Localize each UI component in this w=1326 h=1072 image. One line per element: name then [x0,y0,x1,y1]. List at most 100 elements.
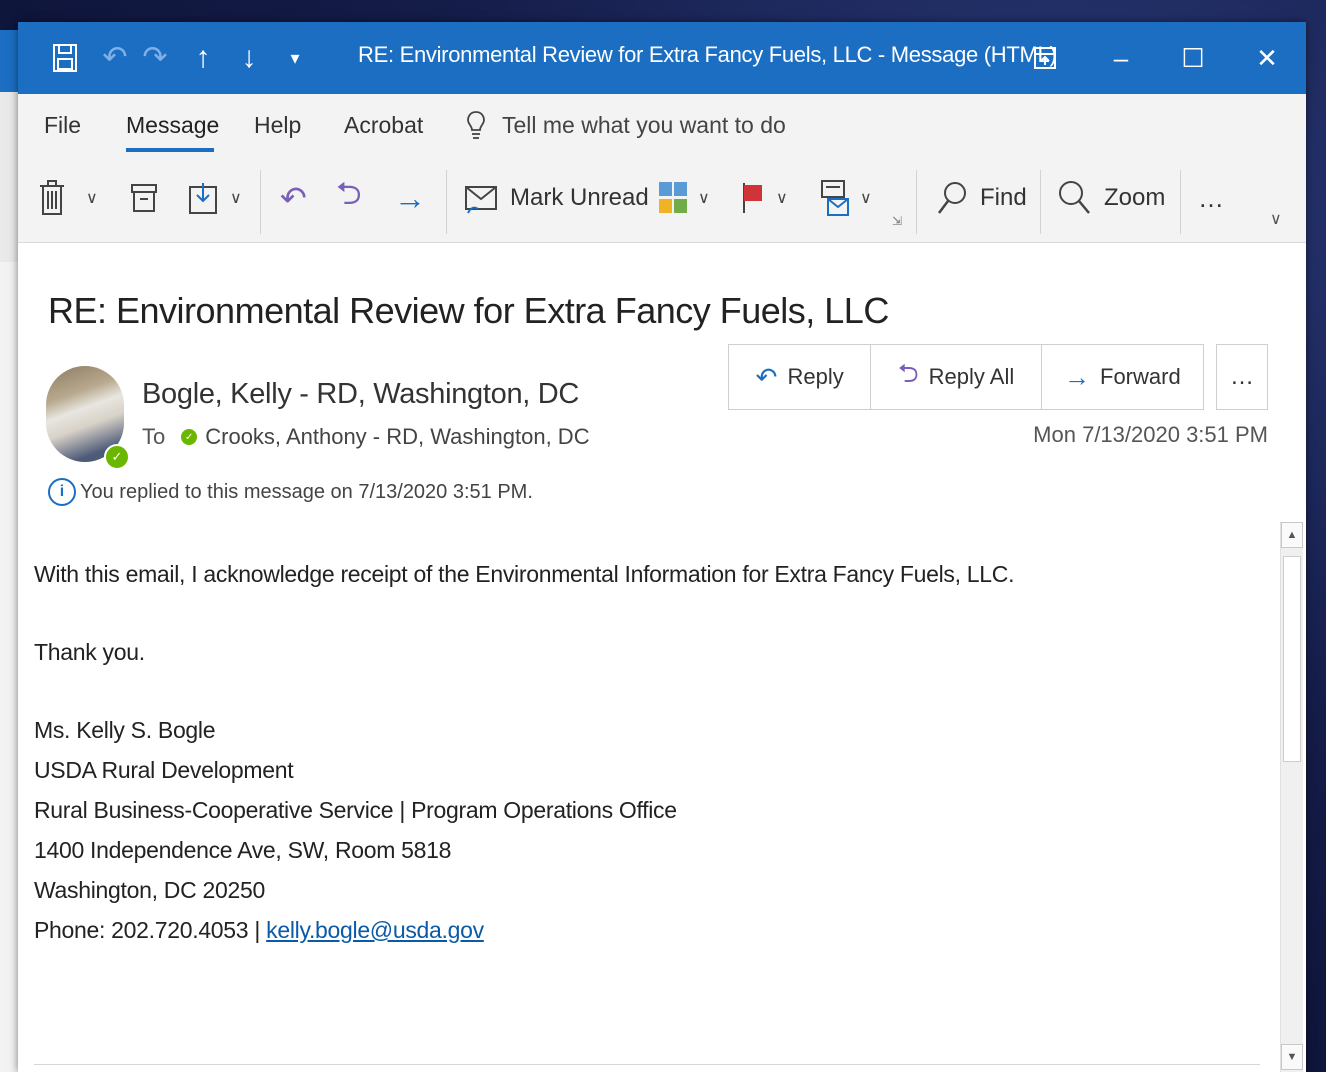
previous-item-icon[interactable]: ↑ [186,40,220,76]
vertical-scrollbar[interactable]: ▲ ▼ [1280,522,1303,1072]
reply-button[interactable]: ↶ Reply [729,345,872,409]
move-to-folder-icon [189,183,217,214]
menu-file[interactable]: File [44,112,81,139]
ribbon-separator [260,170,261,234]
move-button[interactable]: ∨ [188,174,242,222]
scroll-down-button[interactable]: ▼ [1281,1044,1303,1070]
to-label: To [142,424,166,449]
ribbon-separator [916,170,917,234]
close-button[interactable]: ✕ [1244,38,1290,78]
forward-icon: → [1064,361,1090,392]
mark-unread-label: Mark Unread [510,184,649,211]
reply-all-label: Reply All [928,364,1015,389]
scrollbar-thumb[interactable] [1283,556,1301,762]
reply-label: Reply [787,364,844,389]
signature-address: 1400 Independence Ave, SW, Room 5818 [34,837,452,863]
ribbon-toolbar: ∨ ∨ ↶ ⮌ → Mark Unread ∨ ∨ ∨ ⇲ Find Zoom … [18,160,1306,243]
reply-icon: ↶ [755,361,778,392]
envelope-icon [465,186,497,214]
more-actions-button[interactable]: … [1216,344,1268,410]
chevron-down-icon[interactable]: ∨ [698,188,710,208]
chevron-down-icon[interactable]: ∨ [230,188,242,208]
recipient-name[interactable]: Crooks, Anthony - RD, Washington, DC [205,424,589,450]
reply-all-ribbon-button[interactable]: ⮌ [336,174,362,222]
reply-all-button[interactable]: ⮌ Reply All [871,345,1042,409]
maximize-button[interactable]: ☐ [1170,38,1216,78]
menu-help[interactable]: Help [254,112,301,139]
zoom-icon [1059,181,1090,214]
tell-me-text: Tell me what you want to do [502,111,786,138]
find-label: Find [980,184,1027,211]
menu-message[interactable]: Message [126,112,219,139]
find-button[interactable]: Find [936,174,1027,222]
presence-available-icon: ✓ [104,444,130,470]
customize-toolbar-icon[interactable]: ▾ [280,40,310,76]
background-window-titlebar [0,30,18,92]
find-icon [938,182,966,214]
ribbon-more-button[interactable]: … [1198,174,1224,222]
expand-ribbon-icon[interactable]: ∨ [1270,204,1282,234]
sender-name[interactable]: Bogle, Kelly - RD, Washington, DC [142,378,579,411]
zoom-label: Zoom [1104,184,1166,211]
follow-up-button[interactable]: ∨ [740,174,788,222]
archive-button[interactable] [130,174,158,222]
signature-org: USDA Rural Development [34,757,294,783]
chevron-down-icon[interactable]: ∨ [776,188,788,208]
trash-icon [40,180,64,215]
signature-office: Rural Business-Cooperative Service | Pro… [34,797,677,823]
background-window-ribbon [0,92,18,262]
signature-phone: Phone: 202.720.4053 | [34,917,267,943]
ribbon-separator [1040,170,1041,234]
reply-all-icon: ⮌ [336,175,362,211]
reply-ribbon-button[interactable]: ↶ [280,174,307,222]
window-title: RE: Environmental Review for Extra Fancy… [358,42,1057,67]
tell-me-search[interactable]: Tell me what you want to do [466,110,786,140]
scroll-up-button[interactable]: ▲ [1281,522,1303,548]
forward-icon: → [394,179,426,216]
reply-icon: ↶ [280,180,307,216]
forward-ribbon-button[interactable]: → [394,174,426,222]
archive-icon [131,184,157,212]
undo-icon[interactable]: ↶ [98,40,132,76]
minimize-button[interactable]: – [1098,38,1144,78]
email-link[interactable]: kelly.bogle@usda.gov [266,917,484,943]
message-subject: RE: Environmental Review for Extra Fancy… [48,290,889,331]
mark-unread-button[interactable]: Mark Unread [464,174,649,222]
forward-button[interactable]: → Forward [1042,345,1203,409]
forward-label: Forward [1100,364,1181,389]
info-bar[interactable]: i You replied to this message on 7/13/20… [48,478,533,506]
recipient-presence-icon: ✓ [181,429,198,445]
message-actions: ↶ Reply ⮌ Reply All → Forward [728,344,1204,410]
body-thanks: Thank you. [34,639,145,665]
message-window: ↶ ↷ ↑ ↓ ▾ RE: Environmental Review for E… [18,22,1306,1072]
background-window-edge [0,30,19,1072]
ribbon-display-options-icon[interactable] [1022,38,1068,78]
save-icon[interactable] [48,40,82,76]
signature-contact: Phone: 202.720.4053 | kelly.bogle@usda.g… [34,910,1274,950]
body-divider [34,1064,1260,1065]
title-bar: ↶ ↷ ↑ ↓ ▾ RE: Environmental Review for E… [18,22,1306,94]
delete-button[interactable]: ∨ [38,174,98,222]
rules-icon [821,180,849,216]
chevron-down-icon[interactable]: ∨ [86,188,98,208]
ribbon-separator [1180,170,1181,234]
chevron-down-icon[interactable]: ∨ [860,188,872,208]
next-item-icon[interactable]: ↓ [232,40,266,76]
dialog-launcher-icon[interactable]: ⇲ [892,212,902,230]
redo-icon[interactable]: ↷ [138,40,172,76]
menu-bar: File Message Help Acrobat Tell me what y… [18,94,1306,160]
signature-name: Ms. Kelly S. Bogle [34,717,216,743]
info-text: You replied to this message on 7/13/2020… [80,480,533,503]
reply-all-icon: ⮌ [897,358,919,388]
menu-acrobat[interactable]: Acrobat [344,112,423,139]
recipient-line: To ✓ Crooks, Anthony - RD, Washington, D… [142,424,590,450]
categorize-icon [659,182,687,213]
active-tab-indicator [126,148,214,152]
body-line: With this email, I acknowledge receipt o… [34,561,1015,587]
message-date: Mon 7/13/2020 3:51 PM [1033,422,1268,447]
zoom-button[interactable]: Zoom [1058,174,1165,222]
flag-icon [743,183,762,213]
rules-button[interactable]: ∨ [820,174,872,222]
categorize-button[interactable]: ∨ [658,174,710,222]
ribbon-separator [446,170,447,234]
